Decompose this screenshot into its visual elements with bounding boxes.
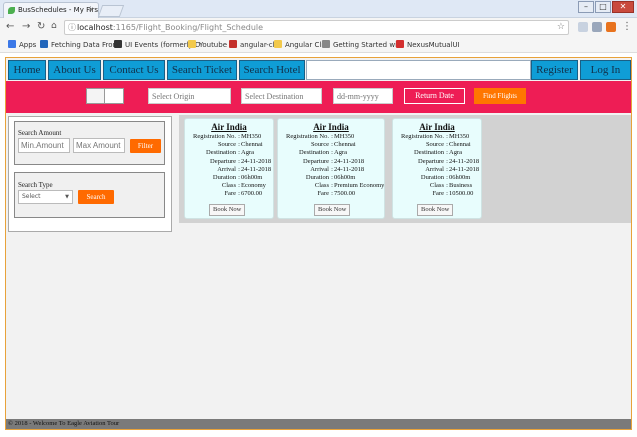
bookmark-icon	[322, 40, 330, 48]
url-path: :1165/Flight_Booking/Flight_Schedule	[112, 23, 264, 32]
nav-spacer	[306, 60, 531, 80]
type-select[interactable]: Select ▼	[18, 190, 73, 204]
book-now-button[interactable]: Book Now	[314, 204, 351, 216]
bookmark-item[interactable]: angular-cli	[229, 40, 277, 51]
back-icon[interactable]: ←	[6, 21, 14, 32]
book-now-button[interactable]: Book Now	[417, 204, 454, 216]
top-nav: Home About Us Contact Us Search Ticket S…	[6, 60, 631, 80]
amount-filter-title: Search Amount	[18, 129, 62, 137]
nav-home[interactable]: Home	[8, 60, 46, 80]
airline-name: Air India	[313, 122, 349, 132]
url-input[interactable]: ⓘ localhost:1165/Flight_Booking/Flight_S…	[64, 20, 569, 35]
forward-icon[interactable]: →	[22, 21, 30, 32]
extension-icon[interactable]	[592, 22, 602, 32]
bookmark-icon	[114, 40, 122, 48]
home-icon[interactable]: ⌂	[51, 21, 57, 31]
bookmark-icon	[229, 40, 237, 48]
extension-icon[interactable]	[578, 22, 588, 32]
tab-title: BusSchedules - My First	[18, 6, 99, 14]
footer-text: © 2018 - Welcome To Eagle Aviation Tour	[6, 419, 631, 429]
bookmark-item[interactable]: Youtube	[188, 40, 227, 51]
bookmark-item[interactable]: NexusMutualUI	[396, 40, 460, 51]
chevron-down-icon: ▼	[65, 194, 69, 200]
nav-register[interactable]: Register	[531, 60, 578, 80]
tab-favicon-icon	[8, 7, 15, 14]
address-bar-row: ← → ↻ ⌂ ⓘ localhost:1165/Flight_Booking/…	[0, 18, 637, 38]
new-tab-button[interactable]	[97, 5, 125, 17]
destination-input[interactable]	[241, 88, 322, 104]
info-icon[interactable]: ⓘ	[68, 21, 76, 34]
menu-icon[interactable]: ⋮	[622, 21, 632, 32]
maximize-icon[interactable]: □	[595, 1, 611, 13]
bookmark-item[interactable]: Fetching Data From	[40, 40, 119, 51]
return-date-button[interactable]: Return Date	[404, 88, 465, 104]
browser-tab[interactable]: BusSchedules - My First ✕	[3, 2, 99, 18]
nav-search-hotel[interactable]: Search Hotel	[239, 60, 305, 80]
extension-icon[interactable]	[606, 22, 616, 32]
bookmark-item[interactable]: Getting Started with	[322, 40, 404, 51]
nav-contact[interactable]: Contact Us	[103, 60, 165, 80]
flight-card: Air India Registration No.: MH350 Source:…	[277, 118, 385, 219]
url-host: localhost	[77, 23, 113, 32]
apps-icon	[8, 40, 16, 48]
filter-panel: Search Amount Filter Search Type Select …	[8, 116, 172, 232]
bookmark-apps[interactable]: Apps	[8, 40, 36, 51]
type-filter-box: Search Type Select ▼ Search	[14, 172, 165, 218]
trip-type-toggle[interactable]	[86, 88, 124, 104]
browser-titlebar: BusSchedules - My First ✕ – □ ✕	[0, 0, 637, 18]
departure-date-input[interactable]	[333, 88, 393, 104]
search-button[interactable]: Search	[78, 190, 114, 204]
window-controls: – □ ✕	[578, 1, 634, 13]
angular-icon	[396, 40, 404, 48]
flight-results: Air India Registration No.: MH350 Source:…	[179, 115, 631, 223]
folder-icon	[274, 40, 282, 48]
flight-card: Air India Registration No.: MH350 Source:…	[392, 118, 482, 219]
max-amount-input[interactable]	[73, 138, 125, 153]
reload-icon[interactable]: ↻	[37, 21, 45, 32]
book-now-button[interactable]: Book Now	[209, 204, 246, 216]
tab-close-icon[interactable]: ✕	[88, 3, 94, 17]
close-window-icon[interactable]: ✕	[612, 1, 634, 13]
page-viewport: Home About Us Contact Us Search Ticket S…	[5, 57, 632, 430]
min-amount-input[interactable]	[18, 138, 70, 153]
airline-name: Air India	[211, 122, 247, 132]
nav-search-ticket[interactable]: Search Ticket	[167, 60, 237, 80]
bookmark-item[interactable]: Angular Cli	[274, 40, 323, 51]
amount-filter-box: Search Amount Filter	[14, 121, 165, 165]
origin-input[interactable]	[148, 88, 231, 104]
bookmark-star-icon[interactable]: ☆	[557, 21, 565, 34]
filter-button[interactable]: Filter	[130, 139, 161, 153]
bookmarks-bar: Apps Fetching Data From UI Events (forme…	[0, 38, 637, 53]
nav-about[interactable]: About Us	[48, 60, 101, 80]
flight-search-bar: Return Date Find Flights	[6, 81, 631, 113]
airline-name: Air India	[419, 122, 455, 132]
find-flights-button[interactable]: Find Flights	[474, 88, 526, 104]
bookmark-icon	[40, 40, 48, 48]
flight-card: Air India Registration No.: MH350 Source:…	[184, 118, 274, 219]
folder-icon	[188, 40, 196, 48]
type-filter-title: Search Type	[18, 181, 53, 189]
nav-login[interactable]: Log In	[580, 60, 631, 80]
minimize-icon[interactable]: –	[578, 1, 594, 13]
